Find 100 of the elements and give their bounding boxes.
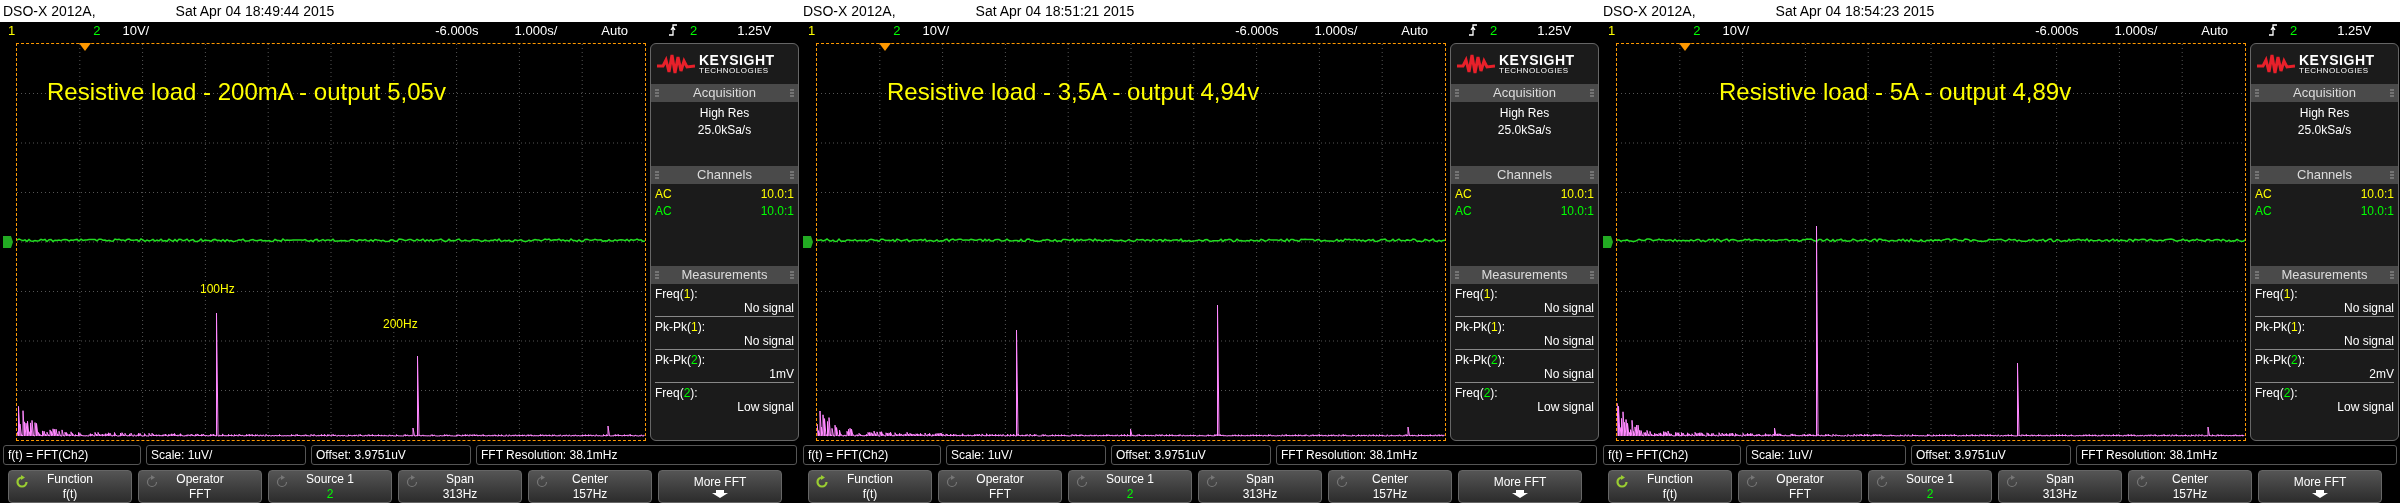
channel-scale: 10V/ (122, 22, 150, 38)
channel-number[interactable]: 2 (1693, 22, 1701, 38)
softkey-button[interactable]: Span 313Hz (1998, 470, 2122, 503)
channel-coupling: AC (2255, 203, 2272, 218)
softkey-button[interactable]: Center 157Hz (2128, 470, 2252, 503)
info-field: f(t) = FFT(Ch2) (1603, 445, 1741, 465)
channel-scale: 10V/ (922, 22, 950, 38)
down-arrow-icon (712, 490, 728, 498)
info-field: Scale: 1uV/ (146, 445, 306, 465)
probe-ratio: 10.0:1 (1560, 186, 1594, 201)
grip-icon (2390, 170, 2394, 179)
grip-icon (790, 170, 794, 179)
measurement-value: Low signal (1536, 399, 1594, 414)
timestamp: Sat Apr 04 18:51:21 2015 (975, 2, 1135, 19)
softkey-button[interactable]: Source 1 2 (1068, 470, 1192, 503)
measurement-label: Pk-Pk(2): (655, 352, 707, 367)
softkey-button[interactable]: More FFT (2258, 470, 2382, 503)
channel-coupling: AC (1455, 203, 1472, 218)
model-name: DSO-X 2012A, (3, 2, 96, 19)
measurement-value: Low signal (2336, 399, 2394, 414)
trigger-mode: Auto (601, 22, 628, 38)
softkey-button[interactable]: Operator FFT (138, 470, 262, 503)
channel-number[interactable]: 2 (93, 22, 101, 38)
model-name: DSO-X 2012A, (803, 2, 896, 19)
measurement-value: No signal (1542, 300, 1594, 315)
softkey-button[interactable]: Source 1 2 (268, 470, 392, 503)
channel-coupling: AC (2255, 186, 2272, 201)
acquisition-mode: High Res (1499, 105, 1550, 120)
measurement-label: Freq(1): (2255, 286, 2299, 301)
info-field: FFT Resolution: 38.1mHz (2076, 445, 2397, 465)
section-title: Channels (2297, 167, 2352, 183)
trigger-mode: Auto (2201, 22, 2228, 38)
annotation-text: Resistive load - 200mA - output 5,05v (47, 77, 446, 106)
acquisition-mode: High Res (2299, 105, 2350, 120)
trigger-edge-icon (2268, 24, 2278, 37)
info-field: Scale: 1uV/ (946, 445, 1106, 465)
frequency-label: 100Hz (200, 281, 235, 296)
info-field: f(t) = FFT(Ch2) (3, 445, 141, 465)
grip-icon (2255, 270, 2259, 279)
softkey-button[interactable]: Function f(t) (8, 470, 132, 503)
grip-icon (1590, 88, 1594, 97)
measurement-value: Low signal (736, 399, 794, 414)
brand-subtitle: TECHNOLOGIES (699, 66, 770, 75)
probe-ratio: 10.0:1 (1560, 203, 1594, 218)
grip-icon (655, 170, 659, 179)
measurement-label: Freq(2): (655, 385, 699, 400)
grip-icon (790, 88, 794, 97)
section-title: Measurements (1481, 267, 1568, 283)
softkey-button[interactable]: Center 157Hz (1328, 470, 1452, 503)
channel-coupling: AC (1455, 186, 1472, 201)
ground-marker-icon (1602, 234, 1614, 249)
info-field: FFT Resolution: 38.1mHz (1276, 445, 1597, 465)
sample-rate: 25.0kSa/s (2297, 122, 2352, 137)
probe-ratio: 10.0:1 (760, 186, 794, 201)
trigger-source: 2 (1490, 22, 1498, 38)
channel-number[interactable]: 1 (1608, 22, 1616, 38)
channel-number[interactable]: 1 (8, 22, 16, 38)
ground-marker-icon (2, 234, 14, 249)
info-field: Offset: 3.9751uV (1911, 445, 2071, 465)
section-title: Channels (1497, 167, 1552, 183)
softkey-button[interactable]: Operator FFT (1738, 470, 1862, 503)
softkey-button[interactable]: Span 313Hz (1198, 470, 1322, 503)
measurement-value: 1mV (768, 366, 794, 381)
softkey-button[interactable]: Center 157Hz (528, 470, 652, 503)
softkey-button[interactable]: More FFT (1458, 470, 1582, 503)
measurement-value: No signal (2342, 300, 2394, 315)
measurement-value: No signal (2342, 333, 2394, 348)
softkey-button[interactable]: Function f(t) (808, 470, 932, 503)
measurement-label: Pk-Pk(1): (655, 319, 707, 334)
time-scale: 1.000s/ (1314, 22, 1358, 38)
info-field: FFT Resolution: 38.1mHz (476, 445, 797, 465)
trigger-mode: Auto (1401, 22, 1428, 38)
measurement-label: Freq(1): (1455, 286, 1499, 301)
grip-icon (1455, 88, 1459, 97)
softkey-button[interactable]: More FFT (658, 470, 782, 503)
channel-scale: 10V/ (1722, 22, 1750, 38)
annotation-text: Resistive load - 5A - output 4,89v (1719, 77, 2072, 106)
channel-number[interactable]: 1 (808, 22, 816, 38)
channel-number[interactable]: 2 (893, 22, 901, 38)
annotation-text: Resistive load - 3,5A - output 4,94v (887, 77, 1260, 106)
brand-subtitle: TECHNOLOGIES (1499, 66, 1570, 75)
grip-icon (2390, 270, 2394, 279)
sample-rate: 25.0kSa/s (1497, 122, 1552, 137)
ground-marker-icon (802, 234, 814, 249)
grip-icon (655, 270, 659, 279)
measurement-value: No signal (742, 300, 794, 315)
softkey-button[interactable]: Span 313Hz (398, 470, 522, 503)
measurement-label: Pk-Pk(1): (2255, 319, 2307, 334)
softkey-button[interactable]: Operator FFT (938, 470, 1062, 503)
measurement-label: Freq(1): (655, 286, 699, 301)
brand-subtitle: TECHNOLOGIES (2299, 66, 2370, 75)
time-offset: -6.000s (435, 22, 479, 38)
softkey-button[interactable]: Function f(t) (1608, 470, 1732, 503)
time-offset: -6.000s (1235, 22, 1279, 38)
measurement-value: No signal (742, 333, 794, 348)
grip-icon (1590, 270, 1594, 279)
brand-name: KEYSIGHT (699, 52, 775, 67)
softkey-button[interactable]: Source 1 2 (1868, 470, 1992, 503)
acquisition-mode: High Res (699, 105, 750, 120)
trigger-level: 1.25V (2337, 22, 2372, 38)
